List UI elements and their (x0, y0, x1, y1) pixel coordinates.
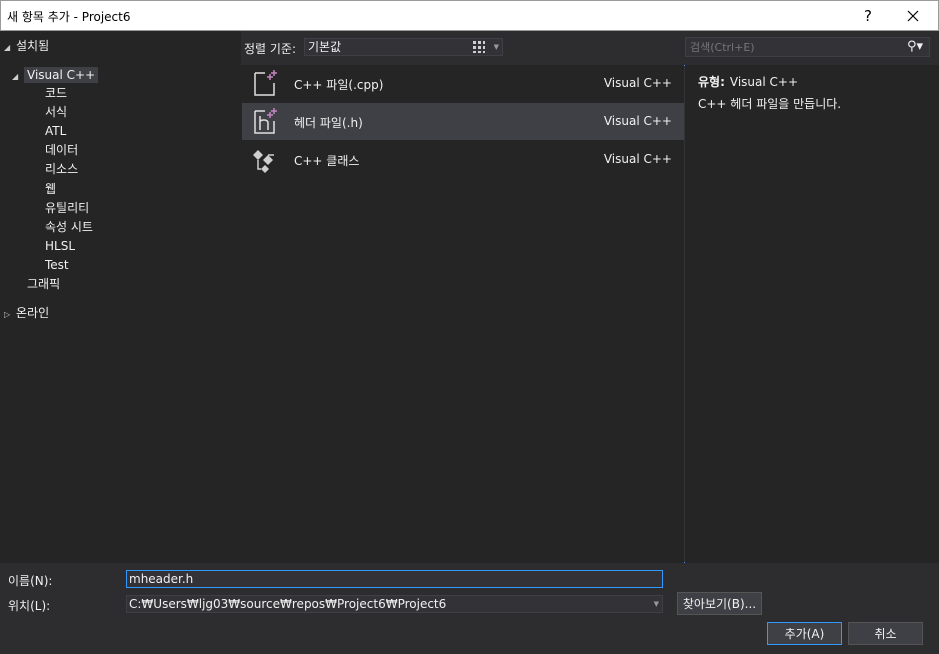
tree-item-hlsl[interactable]: HLSL (45, 237, 75, 255)
name-field[interactable] (126, 570, 663, 588)
browse-button[interactable]: 찾아보기(B)... (677, 592, 762, 615)
template-name: 헤더 파일(.h) (294, 116, 363, 130)
title-bar: 새 항목 추가 - Project6 ? (0, 0, 939, 31)
template-item-class[interactable]: C++ 클래스 Visual C++ (242, 141, 684, 178)
type-label: 유형: (698, 75, 725, 89)
template-list: C++ 파일(.cpp) Visual C++ 헤더 파일(.h) Visual… (241, 65, 684, 563)
search-icon[interactable]: ⚲▾ (907, 39, 923, 54)
collapsed-arrow-icon: ▷ (4, 310, 11, 319)
search-box[interactable]: ⚲▾ (685, 37, 930, 57)
sort-toolbar: 정렬 기준: 기본값 ▼ (241, 31, 936, 563)
tree-item-data[interactable]: 데이터 (45, 141, 78, 159)
close-icon (907, 10, 919, 22)
dropdown-arrow-icon: ▼ (653, 600, 659, 608)
expanded-arrow-icon: ◢ (4, 43, 11, 52)
tree-item-utility[interactable]: 유틸리티 (45, 199, 89, 217)
tree-item-graphics[interactable]: 그래픽 (27, 275, 60, 293)
category-tree: ◢ 설치됨 ◢ Visual C++ 코드 서식 ATL 데이터 리소스 웹 유틸리… (0, 31, 241, 563)
cpp-class-icon (253, 150, 274, 173)
type-line: 유형: Visual C++ (698, 73, 798, 90)
tree-item-online[interactable]: ▷ 온라인 (4, 304, 49, 322)
location-label: 위치(L): (8, 599, 51, 613)
expanded-arrow-icon: ◢ (12, 72, 19, 81)
dropdown-arrow-icon: ▼ (493, 43, 499, 51)
small-icons-view-button[interactable] (468, 37, 490, 57)
close-button[interactable] (890, 1, 936, 31)
location-dropdown[interactable]: C:₩Users₩ljg03₩source₩repos₩Project6₩Pro… (126, 595, 663, 613)
cancel-button[interactable]: 취소 (848, 622, 923, 645)
search-input[interactable] (686, 38, 886, 56)
tree-item-test[interactable]: Test (45, 256, 69, 274)
tree-item-installed[interactable]: ◢ 설치됨 (4, 37, 49, 55)
tree-item-resource[interactable]: 리소스 (45, 160, 78, 178)
dialog-body: ◢ 설치됨 ◢ Visual C++ 코드 서식 ATL 데이터 리소스 웹 유틸리… (0, 31, 939, 654)
template-name: C++ 클래스 (294, 154, 360, 168)
cpp-file-icon (254, 70, 277, 96)
help-button[interactable]: ? (845, 1, 891, 31)
location-value: C:₩Users₩ljg03₩source₩repos₩Project6₩Pro… (129, 597, 447, 611)
add-button[interactable]: 추가(A) (767, 622, 842, 645)
sort-value: 기본값 (308, 40, 342, 54)
tree-item-code[interactable]: 코드 (45, 84, 67, 102)
template-item-header[interactable]: 헤더 파일(.h) Visual C++ (242, 103, 684, 140)
sort-label: 정렬 기준: (244, 42, 297, 56)
window-title: 새 항목 추가 - Project6 (7, 10, 131, 24)
bottom-form: 이름(N): 위치(L): C:₩Users₩ljg03₩source₩repo… (0, 563, 939, 654)
description-text: C++ 헤더 파일을 만듭니다. (698, 97, 842, 111)
tree-item-visual-cpp[interactable]: ◢ Visual C++ (12, 66, 99, 84)
type-value: Visual C++ (729, 75, 799, 89)
grid-icon (473, 41, 485, 53)
template-language: Visual C++ (603, 152, 672, 166)
name-label: 이름(N): (8, 574, 53, 588)
tree-item-atl[interactable]: ATL (45, 122, 66, 140)
template-item-cpp[interactable]: C++ 파일(.cpp) Visual C++ (242, 65, 684, 102)
description-panel: 유형: Visual C++ C++ 헤더 파일을 만듭니다. (685, 65, 939, 563)
template-language: Visual C++ (603, 76, 672, 90)
template-language: Visual C++ (603, 114, 672, 128)
tree-item-property-sheet[interactable]: 속성 시트 (45, 218, 93, 236)
tree-item-format[interactable]: 서식 (45, 103, 67, 121)
template-name: C++ 파일(.cpp) (294, 78, 384, 92)
tree-item-web[interactable]: 웹 (45, 180, 56, 198)
header-file-icon (254, 108, 277, 134)
